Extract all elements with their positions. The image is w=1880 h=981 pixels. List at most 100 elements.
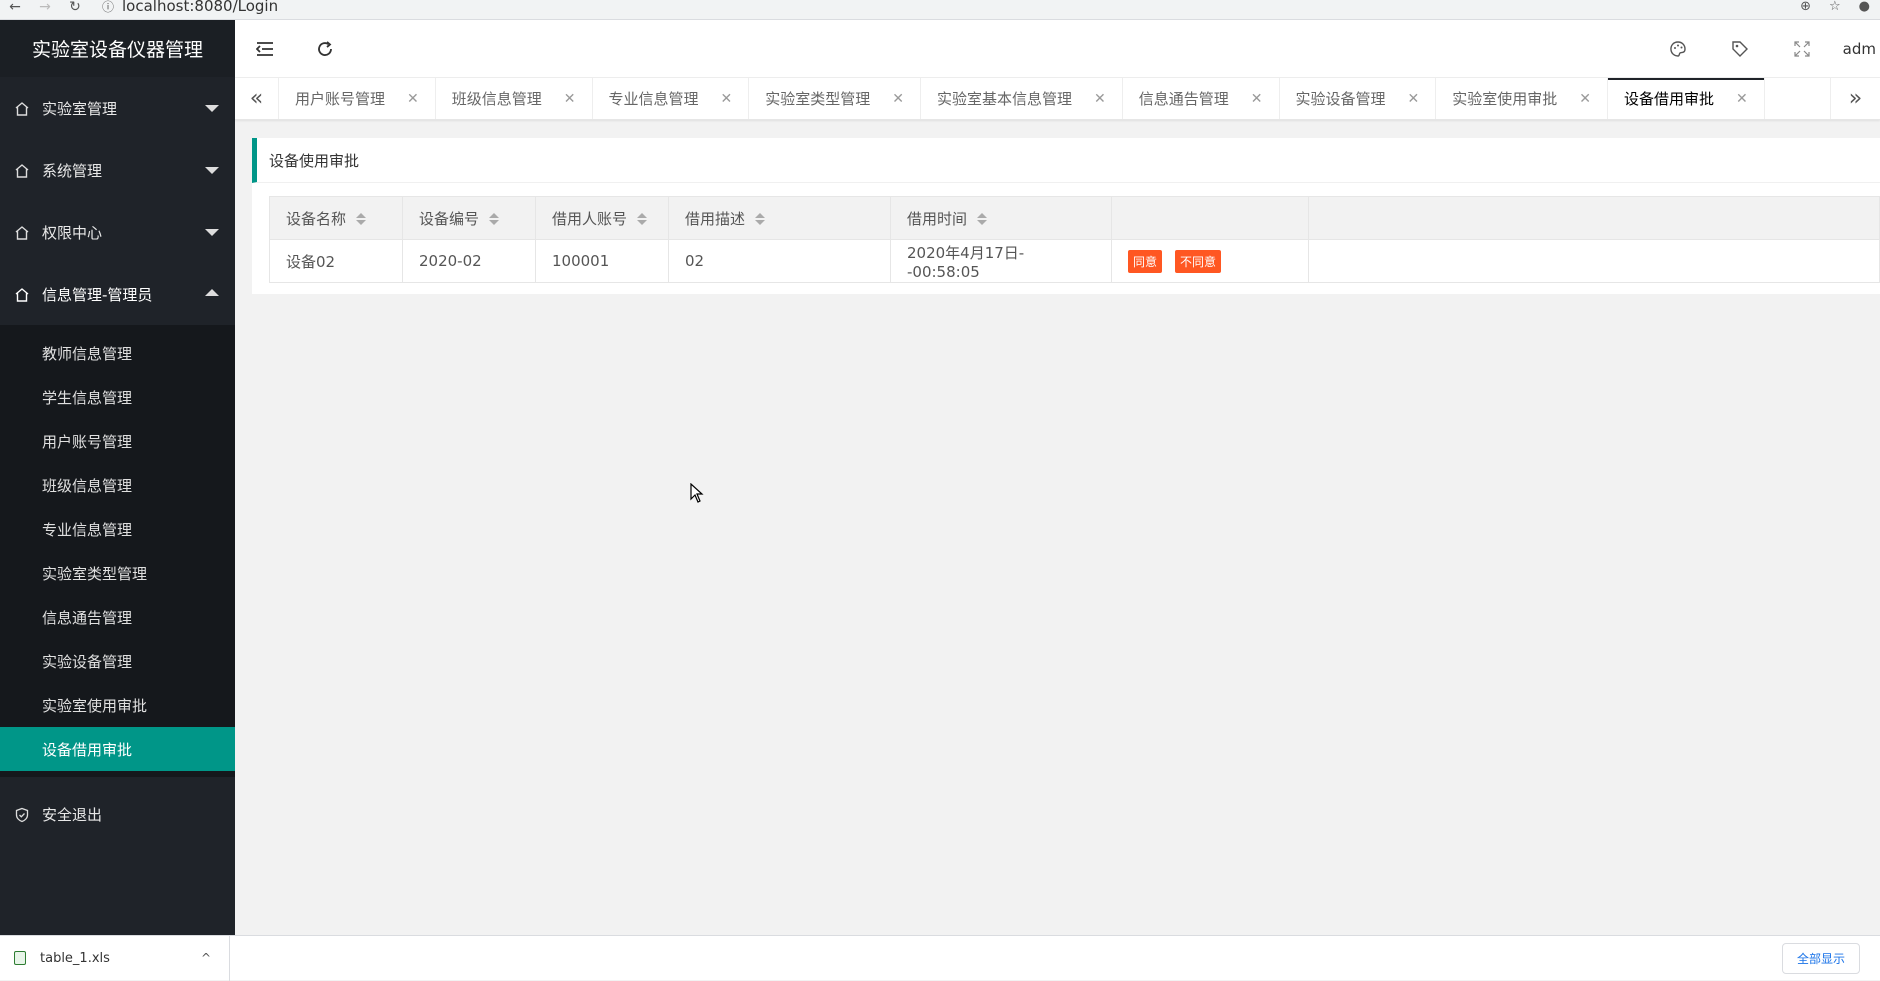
sidebar-item-user-account[interactable]: 用户账号管理 <box>0 419 235 463</box>
tab-label: 专业信息管理 <box>608 90 699 108</box>
menu-group-label: 权限中心 <box>42 223 103 242</box>
menu-group-system[interactable]: 系统管理 <box>0 139 235 201</box>
spreadsheet-file-icon <box>14 951 26 965</box>
tab-lab-type[interactable]: 实验室类型管理 ✕ <box>749 78 921 119</box>
close-icon[interactable]: ✕ <box>1251 91 1263 107</box>
tag-icon[interactable] <box>1709 20 1771 78</box>
content-card: 设备使用审批 设备名称 设备编号 借用人账号 借用描述 借用时间 设备02 20… <box>252 138 1880 294</box>
menu-group-label: 实验室管理 <box>42 99 118 118</box>
column-header[interactable]: 借用人账号 <box>535 196 669 240</box>
sort-icon[interactable] <box>356 213 367 225</box>
tab-lab-basic[interactable]: 实验室基本信息管理 ✕ <box>921 78 1123 119</box>
sidebar-item-equipment[interactable]: 实验设备管理 <box>0 639 235 683</box>
sidebar-item-teacher[interactable]: 教师信息管理 <box>0 331 235 375</box>
zoom-icon[interactable]: ⊕ <box>1800 0 1811 14</box>
caret-up-icon <box>205 289 219 296</box>
mouse-cursor-icon <box>690 482 704 507</box>
menu-group-info-admin[interactable]: 信息管理-管理员 <box>0 263 235 325</box>
sort-icon[interactable] <box>977 213 988 225</box>
page-title: 设备使用审批 <box>252 138 1880 183</box>
column-header[interactable]: 设备名称 <box>269 196 403 240</box>
data-table: 设备名称 设备编号 借用人账号 借用描述 借用时间 设备02 2020-02 1… <box>269 196 1880 283</box>
cell-account: 100001 <box>535 239 669 283</box>
tab-label: 实验室类型管理 <box>765 90 871 108</box>
menu-collapse-icon[interactable] <box>235 20 295 78</box>
sidebar-item-lab-type[interactable]: 实验室类型管理 <box>0 551 235 595</box>
reload-icon[interactable]: ↻ <box>60 0 90 15</box>
tab-borrow-approval[interactable]: 设备借用审批 ✕ <box>1608 78 1765 119</box>
column-header[interactable]: 借用时间 <box>890 196 1112 240</box>
sort-icon[interactable] <box>637 213 648 225</box>
close-icon[interactable]: ✕ <box>1736 91 1748 107</box>
table-row: 设备02 2020-02 100001 02 2020年4月17日--00:58… <box>269 239 1880 283</box>
forward-arrow-icon[interactable]: → <box>30 0 60 15</box>
close-icon[interactable]: ✕ <box>407 91 419 107</box>
sidebar: 实验室设备仪器管理 实验室管理 系统管理 权限中心 信息管理-管理员 教师信息管… <box>0 20 235 935</box>
fullscreen-icon[interactable] <box>1771 20 1833 78</box>
close-icon[interactable]: ✕ <box>564 91 576 107</box>
tab-label: 实验室使用审批 <box>1452 90 1558 108</box>
download-shelf: table_1.xls ^ 全部显示 <box>0 935 1880 981</box>
tab-lab-approval[interactable]: 实验室使用审批 ✕ <box>1436 78 1608 119</box>
caret-down-icon <box>205 167 219 174</box>
tab-user-account[interactable]: 用户账号管理 ✕ <box>279 78 436 119</box>
profile-icon[interactable]: ● <box>1859 0 1870 14</box>
actions-header <box>1111 196 1309 240</box>
app-title: 实验室设备仪器管理 <box>0 20 235 77</box>
close-icon[interactable]: ✕ <box>1579 91 1591 107</box>
home-icon <box>14 287 29 302</box>
tab-label: 设备借用审批 <box>1624 90 1715 108</box>
close-icon[interactable]: ✕ <box>1408 91 1420 107</box>
tab-notice[interactable]: 信息通告管理 ✕ <box>1123 78 1280 119</box>
tab-scroll-left-icon[interactable]: « <box>235 78 279 119</box>
download-item[interactable]: table_1.xls ^ <box>0 935 230 981</box>
sort-icon[interactable] <box>755 213 766 225</box>
submenu: 教师信息管理 学生信息管理 用户账号管理 班级信息管理 专业信息管理 实验室类型… <box>0 325 235 777</box>
close-icon[interactable]: ✕ <box>1094 91 1106 107</box>
download-filename: table_1.xls <box>40 950 110 966</box>
theme-palette-icon[interactable] <box>1647 20 1709 78</box>
cell-name: 设备02 <box>269 239 403 283</box>
sort-icon[interactable] <box>489 213 500 225</box>
logout-label: 安全退出 <box>42 805 103 824</box>
sidebar-item-class[interactable]: 班级信息管理 <box>0 463 235 507</box>
close-icon[interactable]: ✕ <box>892 91 904 107</box>
tab-label: 实验室基本信息管理 <box>937 90 1073 108</box>
caret-down-icon <box>205 229 219 236</box>
user-menu[interactable]: adm <box>1833 40 1880 58</box>
home-icon <box>14 225 29 240</box>
cell-code: 2020-02 <box>402 239 536 283</box>
reject-button[interactable]: 不同意 <box>1175 249 1222 273</box>
approve-button[interactable]: 同意 <box>1128 249 1163 273</box>
sidebar-item-major[interactable]: 专业信息管理 <box>0 507 235 551</box>
tab-label: 用户账号管理 <box>295 90 386 108</box>
menu-group-label: 信息管理-管理员 <box>42 285 153 304</box>
table-header-row: 设备名称 设备编号 借用人账号 借用描述 借用时间 <box>269 196 1880 240</box>
site-info-icon[interactable]: ⓘ <box>102 0 114 15</box>
sidebar-item-borrow-approval[interactable]: 设备借用审批 <box>0 727 235 771</box>
bookmark-star-icon[interactable]: ☆ <box>1829 0 1841 14</box>
back-arrow-icon[interactable]: ← <box>0 0 30 15</box>
home-icon <box>14 101 29 116</box>
menu-group-permission[interactable]: 权限中心 <box>0 201 235 263</box>
tab-major[interactable]: 专业信息管理 ✕ <box>593 78 750 119</box>
menu-group-lab[interactable]: 实验室管理 <box>0 77 235 139</box>
sidebar-item-notice[interactable]: 信息通告管理 <box>0 595 235 639</box>
logout-button[interactable]: 安全退出 <box>0 783 235 845</box>
show-all-button[interactable]: 全部显示 <box>1781 942 1860 974</box>
address-bar[interactable]: localhost:8080/Login <box>122 0 278 15</box>
column-header[interactable]: 借用描述 <box>668 196 891 240</box>
tab-class[interactable]: 班级信息管理 ✕ <box>436 78 593 119</box>
close-icon[interactable]: ✕ <box>721 91 733 107</box>
chevron-up-icon[interactable]: ^ <box>201 951 211 965</box>
tab-label: 实验设备管理 <box>1295 90 1386 108</box>
column-header[interactable]: 设备编号 <box>402 196 536 240</box>
tab-scroll-right-icon[interactable]: » <box>1830 78 1880 119</box>
home-icon <box>14 163 29 178</box>
sidebar-item-student[interactable]: 学生信息管理 <box>0 375 235 419</box>
menu-group-label: 系统管理 <box>42 161 103 180</box>
empty-header <box>1308 196 1880 240</box>
refresh-icon[interactable] <box>295 20 355 78</box>
sidebar-item-lab-approval[interactable]: 实验室使用审批 <box>0 683 235 727</box>
tab-equipment[interactable]: 实验设备管理 ✕ <box>1280 78 1437 119</box>
